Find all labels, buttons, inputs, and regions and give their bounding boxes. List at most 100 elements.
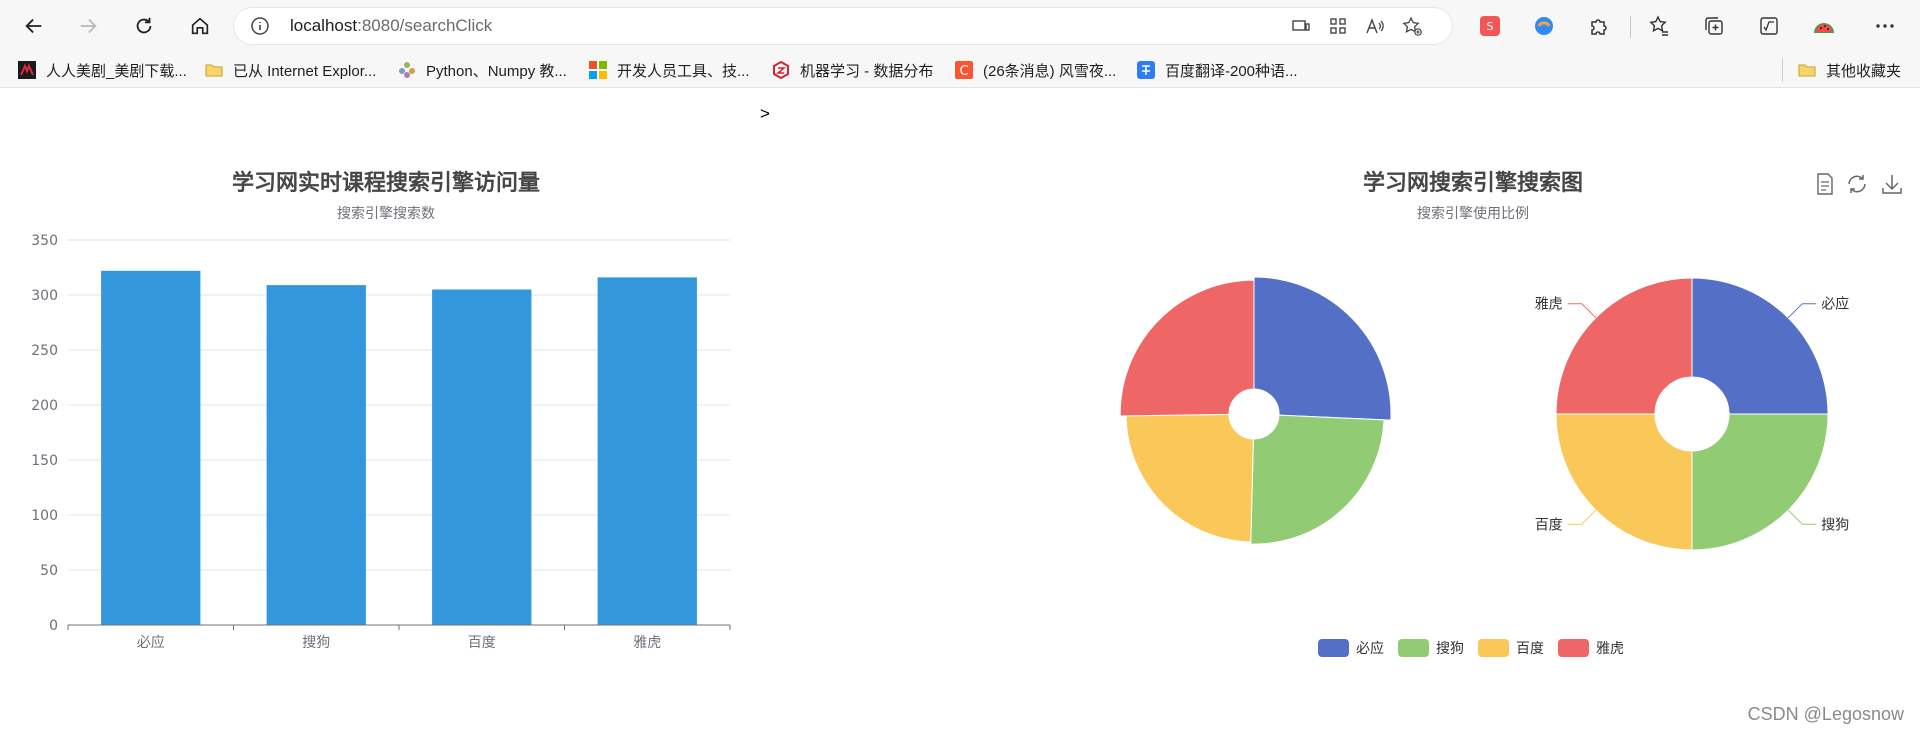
y-tick-label: 300 (31, 288, 58, 304)
bar (101, 270, 201, 625)
restore-icon (1848, 175, 1866, 193)
label-leader-line (1787, 509, 1817, 525)
pie-legend: 必应 搜狗 百度 雅虎 (1318, 638, 1638, 658)
flower-favicon (399, 62, 415, 78)
legend-item[interactable]: 雅虎 (1558, 638, 1624, 658)
pie-chart-title: 学习网搜索引擎搜索图 (1362, 171, 1584, 196)
bar-chart-title: 学习网实时课程搜索引擎访问量 (231, 171, 541, 196)
svg-text:S: S (1487, 20, 1494, 33)
donut-slice (1691, 277, 1829, 415)
legend-swatch (1398, 639, 1429, 657)
bookmark-folder[interactable]: 已从 Internet Explor... (205, 58, 376, 82)
folder-icon (1798, 64, 1816, 77)
svg-text:C: C (959, 64, 968, 79)
bookmark-item[interactable]: C (26条消息) 风雪夜... (955, 58, 1116, 82)
label-leader-line (1787, 303, 1817, 319)
extension-blue-icon (1535, 17, 1553, 35)
x-tick-label: 必应 (137, 634, 165, 651)
back-button[interactable] (16, 8, 52, 44)
bookmark-label: (26条消息) 风雪夜... (983, 62, 1117, 80)
legend-label: 必应 (1356, 641, 1384, 657)
donut-slice (1691, 413, 1829, 551)
rose-slice (1125, 413, 1254, 543)
data-view-icon (1817, 173, 1833, 195)
bookmark-label: 百度翻译-200种语... (1165, 62, 1298, 80)
bookmark-item[interactable]: Python、Numpy 教... (398, 58, 567, 82)
pie-chart-subtitle: 搜索引擎使用比例 (1417, 206, 1529, 222)
legend-swatch (1478, 639, 1509, 657)
extension-2-button[interactable] (1532, 14, 1556, 38)
grid-icon (1330, 18, 1346, 34)
bookmark-label: 人人美剧_美剧下载... (46, 62, 187, 80)
read-aloud-button[interactable] (1364, 15, 1386, 37)
bookmark-item[interactable]: 人人美剧_美剧下载... (18, 58, 187, 82)
slice-label: 雅虎 (1535, 297, 1563, 313)
legend-label: 百度 (1516, 641, 1544, 657)
save-image-button[interactable] (1880, 172, 1904, 196)
bookmark-label: 其他收藏夹 (1826, 62, 1902, 80)
pie-chart: 必应搜狗 百度 雅虎 (1119, 276, 1849, 551)
bookmark-item[interactable]: 百度翻译-200种语... (1137, 58, 1298, 82)
forward-button[interactable] (70, 8, 106, 44)
bar-chart: 0 50 100 150 200 250 300 350 必应 搜狗 百度 雅虎 (31, 233, 731, 651)
bookmark-label: 已从 Internet Explor... (233, 62, 377, 80)
math-solver-icon (1760, 17, 1778, 35)
app-available-button[interactable] (1290, 15, 1312, 37)
bookmark-item[interactable]: 机器学习 - 数据分布 (772, 58, 933, 82)
legend-label: 搜狗 (1436, 641, 1464, 657)
bookmarks-bar: 人人美剧_美剧下载... 已从 Internet Explor... Pytho… (0, 52, 1920, 88)
hexagon-favicon (773, 61, 789, 79)
slice-label: 百度 (1535, 517, 1563, 533)
legend-swatch (1558, 639, 1589, 657)
y-tick-label: 250 (31, 343, 58, 359)
browser-toolbar: localhost:8080/searchClick S (0, 0, 1920, 52)
x-tick-label: 搜狗 (302, 635, 330, 651)
add-favorite-button[interactable] (1401, 15, 1423, 37)
legend-item[interactable]: 必应 (1318, 638, 1384, 658)
other-favorites-folder[interactable]: 其他收藏夹 (1798, 58, 1901, 82)
refresh-icon (136, 17, 152, 34)
bookmarks-separator (1782, 58, 1783, 82)
legend-item[interactable]: 搜狗 (1398, 638, 1464, 658)
restore-button[interactable] (1845, 172, 1869, 196)
url-host: localhost (290, 16, 358, 35)
apps-button[interactable] (1327, 15, 1349, 37)
y-tick-label: 100 (31, 508, 58, 524)
extensions-button[interactable] (1587, 14, 1611, 38)
math-solver-button[interactable] (1757, 14, 1781, 38)
watermelon-avatar-icon (1814, 23, 1834, 33)
legend-item[interactable]: 百度 (1478, 638, 1544, 658)
y-tick-label: 350 (31, 233, 58, 249)
info-icon[interactable] (250, 16, 270, 36)
toolbar-separator (1630, 16, 1631, 38)
extension-1-button[interactable]: S (1478, 14, 1502, 38)
data-view-button[interactable] (1813, 172, 1837, 196)
url-text[interactable]: localhost:8080/searchClick (290, 16, 492, 36)
collections-button[interactable] (1702, 14, 1726, 38)
y-tick-label: 150 (31, 453, 58, 469)
y-tick-label: 200 (31, 398, 58, 414)
folder-icon (205, 64, 223, 77)
favorites-button[interactable] (1647, 14, 1671, 38)
puzzle-icon (1591, 19, 1607, 35)
address-bar[interactable]: localhost:8080/searchClick (234, 8, 1452, 44)
bookmark-label: 机器学习 - 数据分布 (800, 62, 934, 80)
rose-slice (1253, 276, 1392, 421)
watermark: CSDN @Legosnow (1747, 704, 1904, 724)
y-tick-label: 0 (49, 618, 58, 634)
donut-slice (1555, 413, 1693, 551)
label-leader-line (1567, 509, 1597, 525)
profile-button[interactable] (1812, 14, 1836, 38)
bookmark-item[interactable]: 开发人员工具、技... (589, 58, 750, 82)
csdn-favicon: C (955, 61, 973, 79)
app-icon (1292, 20, 1310, 31)
rrys-favicon (18, 61, 36, 79)
home-button[interactable] (182, 8, 218, 44)
favorites-icon (1649, 15, 1668, 36)
refresh-button[interactable] (126, 8, 162, 44)
microsoft-favicon (589, 61, 607, 79)
rose-slice (1119, 279, 1255, 417)
collections-icon (1705, 17, 1723, 35)
settings-more-button[interactable] (1873, 14, 1897, 38)
slice-label: 必应 (1821, 296, 1849, 313)
